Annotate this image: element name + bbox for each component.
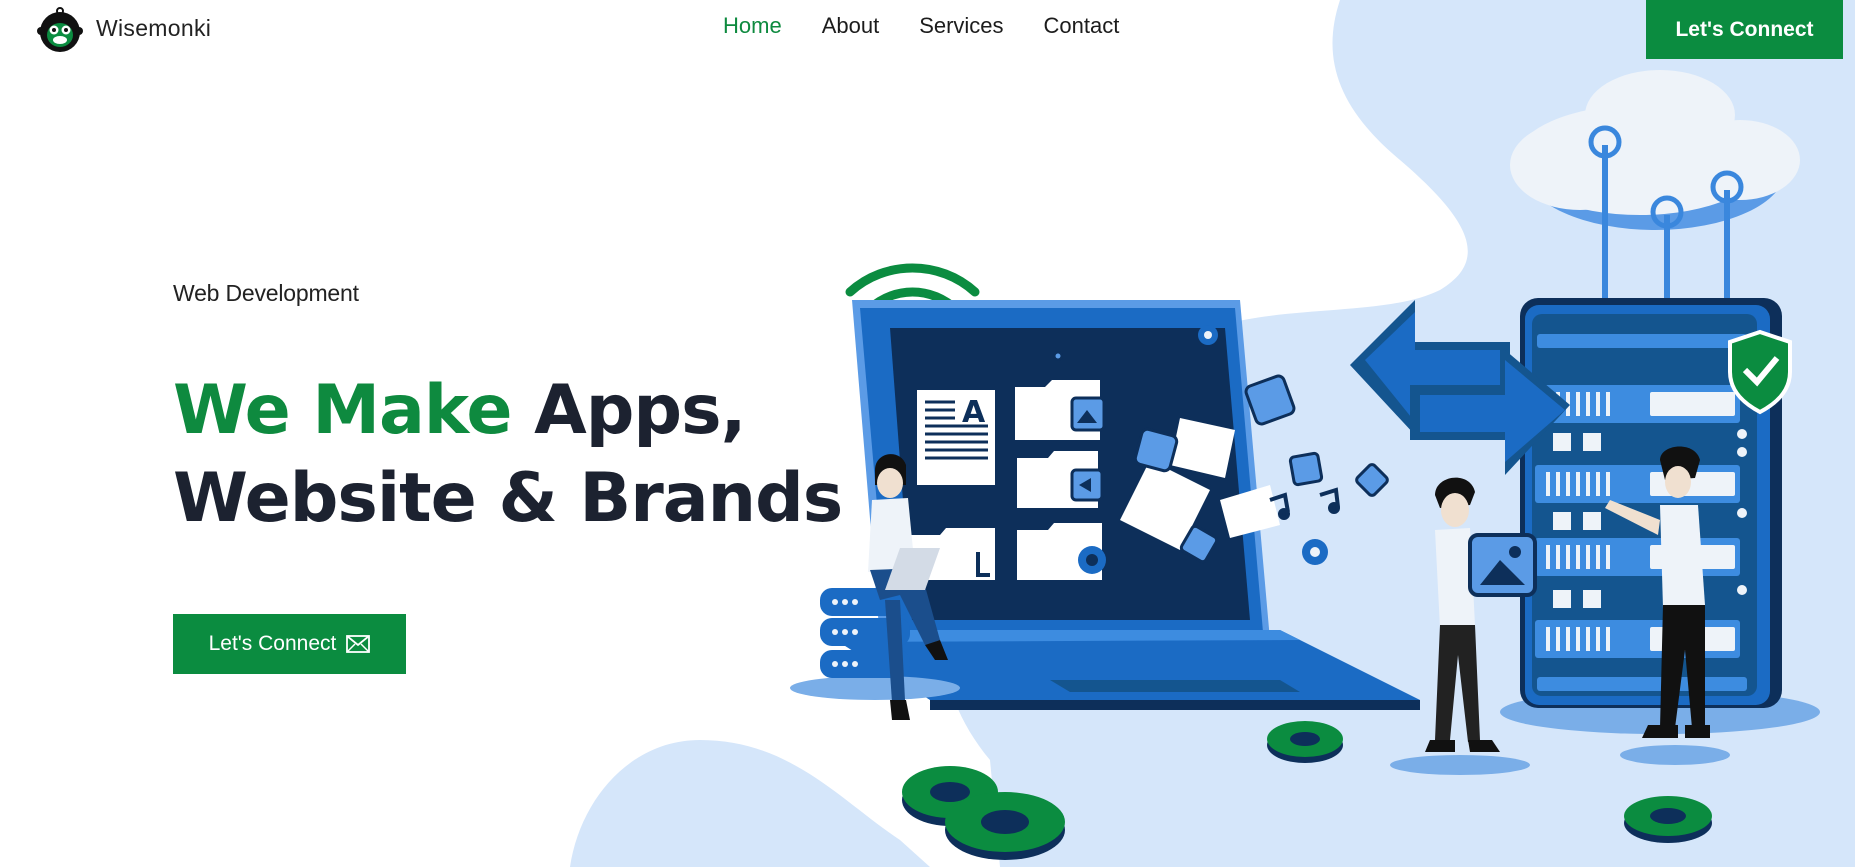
brand-logo[interactable]: Wisemonki xyxy=(36,4,211,52)
main-nav: Home About Services Contact xyxy=(723,13,1119,39)
nav-services[interactable]: Services xyxy=(919,13,1003,39)
hero-connect-button[interactable]: Let's Connect xyxy=(173,614,406,674)
green-gears xyxy=(902,721,1712,860)
document-file-icon: A xyxy=(917,390,995,485)
monkey-logo-icon xyxy=(37,7,83,52)
svg-text:A: A xyxy=(962,395,986,430)
hero-headline: We Make Apps, Website & Brands xyxy=(173,367,843,543)
nav-contact[interactable]: Contact xyxy=(1044,13,1120,39)
headline-accent: We Make xyxy=(173,371,512,450)
hero-section: Web Development We Make Apps, Website & … xyxy=(173,280,843,674)
hero-connect-label: Let's Connect xyxy=(208,632,337,655)
hero-illustration: A xyxy=(790,70,1820,860)
header-connect-button[interactable]: Let's Connect xyxy=(1646,0,1843,59)
headline-rest: Apps, xyxy=(511,371,746,450)
nav-home[interactable]: Home xyxy=(723,13,782,39)
headline-line-2: Website & Brands xyxy=(173,459,843,538)
site-header: Wisemonki Home About Services Contact Le… xyxy=(0,0,1855,60)
brand-name: Wisemonki xyxy=(96,14,212,41)
hero-eyebrow: Web Development xyxy=(173,280,359,306)
mail-icon xyxy=(346,635,371,653)
nav-about[interactable]: About xyxy=(822,13,880,39)
